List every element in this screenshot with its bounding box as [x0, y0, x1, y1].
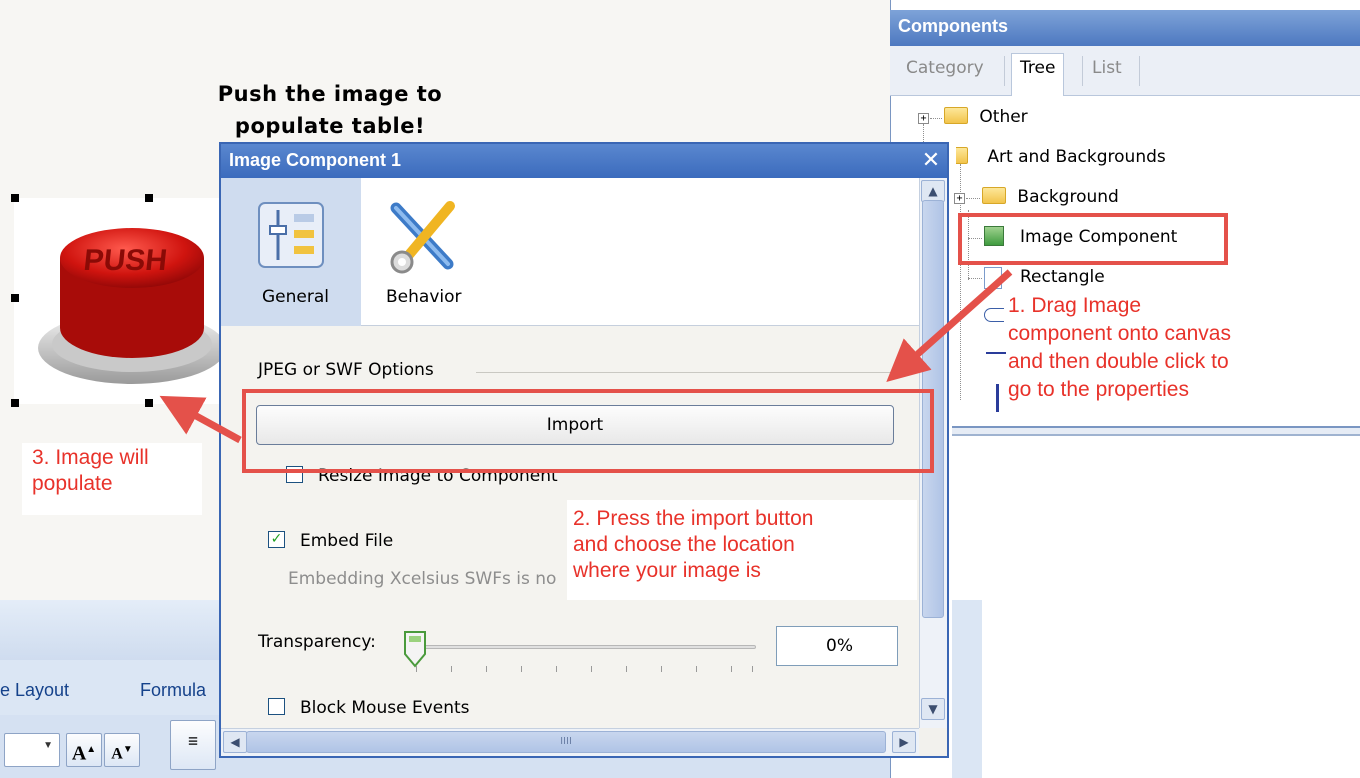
tree-connector [966, 198, 980, 199]
line-icon [986, 352, 1006, 354]
step-1-line-4: go to the properties [1008, 378, 1189, 401]
tab-tree[interactable]: Tree [1011, 53, 1065, 96]
step-2-line-2: and choose the location [573, 533, 795, 556]
embed-note-text: Embedding Xcelsius SWFs is no [288, 569, 557, 589]
tab-divider [1139, 56, 1140, 86]
step-2-line-1: 2. Press the import button [573, 507, 814, 530]
folder-icon [944, 107, 968, 124]
slider-tick [696, 666, 697, 672]
transparency-label: Transparency: [258, 632, 376, 652]
behavior-tools-icon[interactable] [384, 198, 464, 278]
shrink-font-label: A [111, 745, 123, 763]
tree-item-label: Other [979, 107, 1028, 127]
slider-tick [752, 666, 753, 672]
expand-icon[interactable]: + [954, 193, 965, 204]
slider-tick [626, 666, 627, 672]
block-mouse-events-checkbox[interactable] [268, 698, 285, 715]
canvas-title-label: Push the image to populate table! [150, 78, 510, 142]
tab-page-layout[interactable]: e Layout [0, 680, 69, 701]
push-button-image[interactable]: PUSH [14, 198, 226, 404]
chevron-down-icon: ▼ [43, 740, 53, 751]
step-2-line-3: where your image is [573, 559, 761, 582]
highlight-import-button [242, 389, 934, 473]
tab-divider [1004, 56, 1005, 86]
resize-handle[interactable] [11, 194, 19, 202]
scroll-up-icon[interactable]: ▲ [921, 180, 945, 202]
embed-file-checkbox[interactable]: ✓ [268, 531, 285, 548]
step-3-line-1: 3. Image will [32, 446, 149, 469]
horizontal-scroll-thumb[interactable]: IIII [246, 731, 886, 753]
folder-icon [982, 187, 1006, 204]
tree-connector [930, 118, 942, 119]
dialog-title[interactable]: Image Component 1 [221, 144, 947, 178]
folder-icon [956, 147, 968, 164]
tab-list[interactable]: List [1092, 58, 1122, 78]
scroll-right-icon[interactable]: ▶ [892, 731, 916, 753]
panel-edge [952, 600, 982, 778]
tree-item-art-and-backgrounds[interactable]: Art and Backgrounds [956, 143, 1166, 171]
behavior-tab-label[interactable]: Behavior [386, 287, 462, 307]
resize-handle[interactable] [145, 194, 153, 202]
tree-item-other[interactable]: Other [944, 103, 1028, 131]
resize-handle[interactable] [11, 399, 19, 407]
step-1-line-3: and then double click to [1008, 350, 1229, 373]
scroll-left-icon[interactable]: ◀ [223, 731, 247, 753]
push-text: PUSH [82, 244, 169, 277]
resize-handle[interactable] [11, 294, 19, 302]
transparency-slider-thumb[interactable] [403, 630, 427, 668]
slider-tick [731, 666, 732, 672]
panel-splitter[interactable] [952, 426, 1360, 436]
components-panel-title: Components [890, 10, 1360, 46]
rectangle-icon [984, 267, 1002, 289]
tree-item-label: Rectangle [1020, 267, 1105, 287]
slider-tick [661, 666, 662, 672]
close-icon[interactable]: ✕ [918, 148, 944, 174]
tab-divider [1082, 56, 1083, 86]
resize-handle[interactable] [145, 399, 153, 407]
tab-formulas[interactable]: Formula [140, 680, 206, 701]
general-tab-label: General [262, 287, 329, 307]
canvas-title-line-1: Push the image to [217, 82, 443, 106]
tab-category[interactable]: Category [906, 58, 984, 78]
expand-icon[interactable]: + [918, 113, 929, 124]
vertical-line-icon [996, 384, 999, 412]
transparency-value-field[interactable]: 0% [776, 626, 898, 666]
shrink-font-button[interactable]: A▼ [104, 733, 140, 767]
step-2-annotation: 2. Press the import button and choose th… [567, 500, 917, 600]
slider-tick [486, 666, 487, 672]
grow-font-label: A [71, 742, 87, 765]
embed-file-label: Embed File [300, 531, 394, 551]
transparency-slider-track[interactable] [410, 645, 756, 649]
step-3-line-2: populate [32, 472, 113, 495]
tree-item-rectangle[interactable]: Rectangle [984, 263, 1105, 291]
step-1-line-1: 1. Drag Image [1008, 294, 1142, 317]
slider-tick [451, 666, 452, 672]
slider-tick [556, 666, 557, 672]
align-left-icon: ≡ [187, 731, 199, 751]
rounded-rectangle-icon [984, 308, 1004, 322]
highlight-image-component [958, 213, 1228, 265]
slider-tick [591, 666, 592, 672]
scroll-down-icon[interactable]: ▼ [921, 698, 945, 720]
slider-tick [521, 666, 522, 672]
block-mouse-events-label: Block Mouse Events [300, 698, 470, 718]
font-size-dropdown[interactable]: ▼ [4, 733, 60, 767]
tree-item-label: Background [1017, 187, 1119, 207]
tree-item-background[interactable]: Background [982, 183, 1119, 211]
step-3-annotation: 3. Image will populate [22, 443, 202, 515]
align-left-button[interactable]: ≡ [170, 720, 216, 770]
section-divider [476, 372, 916, 373]
slider-tick [416, 666, 417, 672]
step-1-annotation: 1. Drag Image component onto canvas and … [1008, 292, 1308, 404]
step-1-line-2: component onto canvas [1008, 322, 1231, 345]
section-title: JPEG or SWF Options [258, 360, 434, 380]
canvas-title-line-2: populate table! [234, 114, 426, 138]
grow-font-button[interactable]: A▲ [66, 733, 102, 767]
tree-item-label: Art and Backgrounds [987, 147, 1166, 167]
general-properties-icon [258, 202, 324, 268]
tree-connector [968, 278, 982, 279]
